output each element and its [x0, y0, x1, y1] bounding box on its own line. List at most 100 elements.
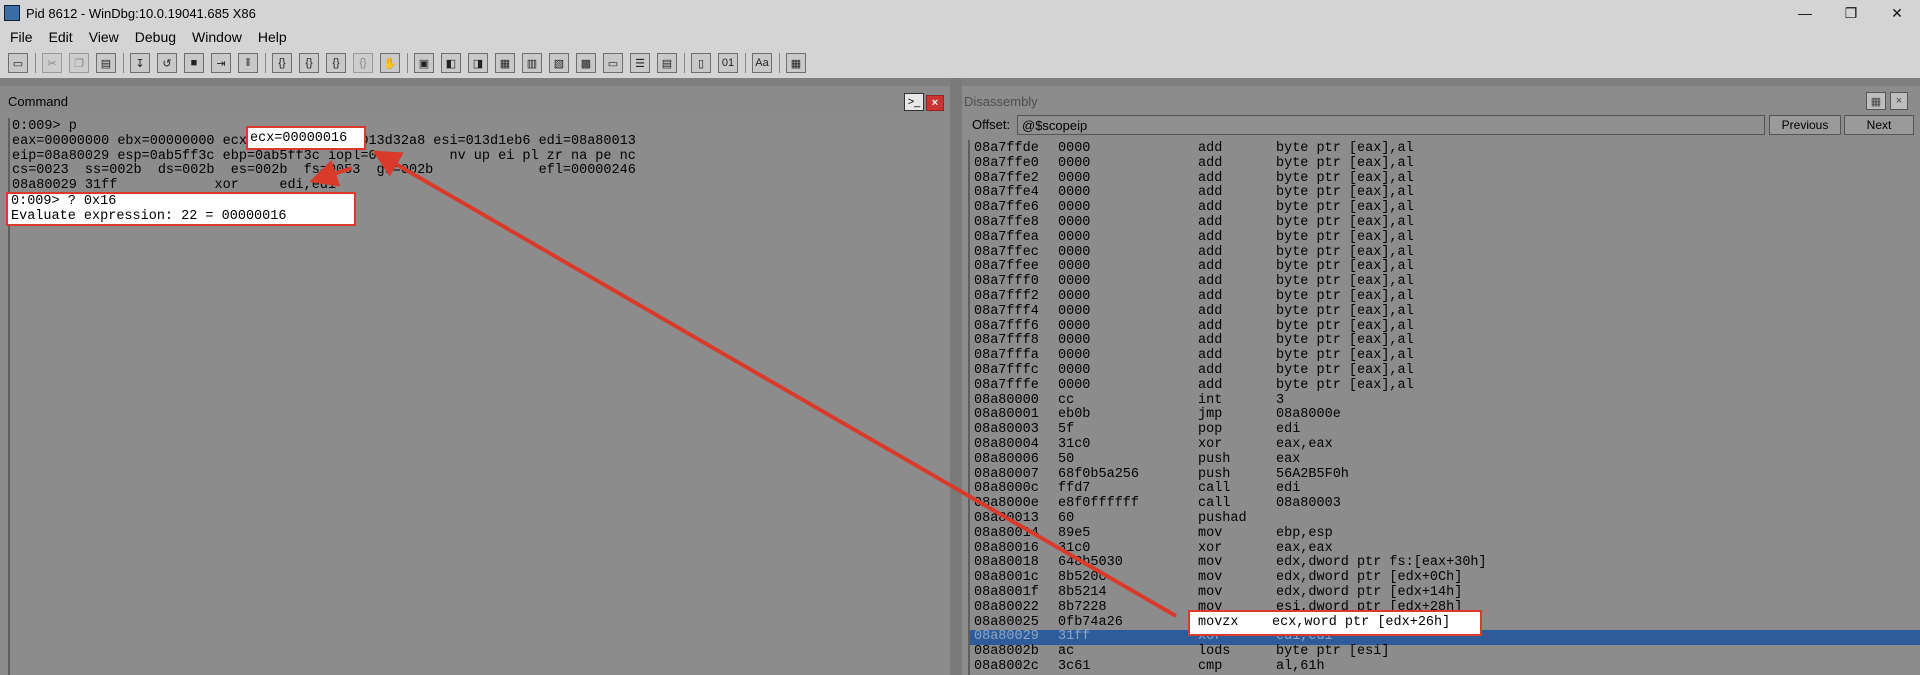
panel-splitter[interactable] — [950, 78, 962, 675]
disassembly-row[interactable]: 08a8000c ffd7 call edi — [970, 482, 1920, 497]
options-icon[interactable]: ▦ — [786, 53, 806, 73]
source-mode-icon[interactable]: ▤ — [657, 53, 677, 73]
disassembly-row[interactable]: 08a8002b ac lods byte ptr [esi] — [970, 644, 1920, 660]
instruction-address: 08a80006 — [974, 451, 1039, 467]
menu-help[interactable]: Help — [250, 29, 295, 45]
restart-icon[interactable]: ↺ — [157, 53, 177, 73]
instruction-mnemonic: mov — [1198, 585, 1223, 600]
disassembly-list[interactable]: 08a7ffde 0000 add byte ptr [eax],al 08a7ffe0… — [968, 140, 1920, 675]
disassembly-row[interactable]: 08a80018 648b5030 mov edx,dword ptr fs:[eax… — [970, 556, 1920, 571]
open-folder-icon[interactable]: ▭ — [8, 53, 28, 73]
disassembly-row[interactable]: 08a7fff8 0000 add byte ptr [eax],al — [970, 334, 1920, 349]
copy-icon[interactable]: ❐ — [69, 53, 89, 73]
break-icon[interactable]: ‖ — [238, 53, 258, 73]
disassembly-row[interactable]: 08a80016 31c0 xor eax,eax — [970, 540, 1920, 557]
instruction-mnemonic: add — [1198, 229, 1223, 245]
menu-debug[interactable]: Debug — [127, 29, 184, 45]
step-into-icon[interactable]: {} — [272, 53, 292, 73]
next-button[interactable]: Next — [1844, 115, 1914, 135]
disassembly-row[interactable]: 08a80014 89e5 mov ebp,esp — [970, 525, 1920, 542]
menu-file[interactable]: File — [2, 29, 41, 45]
disassembly-row[interactable]: 08a7fff2 0000 add byte ptr [eax],al — [970, 289, 1920, 305]
step-over-icon[interactable]: {} — [299, 53, 319, 73]
close-button[interactable]: ✕ — [1874, 0, 1920, 26]
locals-window-icon[interactable]: ◨ — [468, 53, 488, 73]
disassembly-row[interactable]: 08a7ffea 0000 add byte ptr [eax],al — [970, 229, 1920, 246]
instruction-bytes: 0000 — [1058, 377, 1091, 393]
instruction-operands: byte ptr [eax],al — [1276, 363, 1414, 378]
instruction-address: 08a80007 — [974, 466, 1039, 482]
disassembly-row[interactable]: 08a7ffde 0000 add byte ptr [eax],al — [970, 141, 1920, 157]
instruction-address: 08a7ffe6 — [974, 200, 1039, 216]
disassembly-row[interactable]: 08a80000 cc int 3 — [970, 393, 1920, 409]
instruction-address: 08a7ffe8 — [974, 215, 1039, 230]
disassembly-row[interactable]: 08a8001f 8b5214 mov edx,dword ptr [edx+14h] — [970, 585, 1920, 601]
disassembly-row[interactable]: 08a80007 68f0b5a256 push 56A2B5F0h — [970, 466, 1920, 483]
disassembly-row[interactable]: 08a7fff6 0000 add byte ptr [eax],al — [970, 319, 1920, 335]
disassembly-window-icon[interactable]: ▩ — [576, 53, 596, 73]
stop-debugging-icon[interactable]: ■ — [184, 53, 204, 73]
breakpoint-hand-icon[interactable]: ✋ — [380, 53, 400, 73]
disassembly-row[interactable]: 08a7ffe0 0000 add byte ptr [eax],al — [970, 156, 1920, 172]
instruction-operands: byte ptr [eax],al — [1276, 348, 1414, 364]
source-line-icon[interactable]: ▯ — [691, 53, 711, 73]
restore-button[interactable]: ❐ — [1828, 0, 1874, 26]
menu-edit[interactable]: Edit — [41, 29, 81, 45]
disassembly-row[interactable]: 08a7fffc 0000 add byte ptr [eax],al — [970, 363, 1920, 379]
disassembly-row[interactable]: 08a7ffe8 0000 add byte ptr [eax],al — [970, 215, 1920, 231]
instruction-bytes: 50 — [1058, 451, 1075, 467]
disassembly-row[interactable]: 08a7fff4 0000 add byte ptr [eax],al — [970, 304, 1920, 320]
processes-threads-icon[interactable]: ☰ — [630, 53, 650, 73]
instruction-mnemonic: add — [1198, 289, 1223, 304]
disassembly-row[interactable]: 08a8002c 3c61 cmp al,61h — [970, 659, 1920, 675]
disassembly-window-icon[interactable]: ▦ — [1866, 92, 1886, 110]
binary-mode-icon[interactable]: 01 — [718, 53, 738, 73]
disassembly-row[interactable]: 08a7fffa 0000 add byte ptr [eax],al — [970, 348, 1920, 364]
movzx-operands: ecx,word ptr [edx+26h] — [1272, 615, 1451, 630]
command-line: eip=08a80029 esp=0ab5ff3c ebp=0ab5ff3c i… — [12, 148, 636, 164]
disassembly-row[interactable]: 08a80006 50 push eax — [970, 451, 1920, 468]
detach-icon[interactable]: ⇥ — [211, 53, 231, 73]
instruction-operands: byte ptr [eax],al — [1276, 229, 1414, 245]
disassembly-row[interactable]: 08a80001 eb0b jmp 08a8000e — [970, 408, 1920, 423]
command-prompt-icon[interactable]: >_ — [904, 93, 924, 111]
disassembly-row[interactable]: 08a7ffe4 0000 add byte ptr [eax],al — [970, 186, 1920, 201]
step-out-icon[interactable]: {} — [326, 53, 346, 73]
registers-window-icon[interactable]: ▦ — [495, 53, 515, 73]
disassembly-row[interactable]: 08a7fffe 0000 add byte ptr [eax],al — [970, 377, 1920, 394]
disassembly-row[interactable]: 08a7ffe2 0000 add byte ptr [eax],al — [970, 171, 1920, 187]
disassembly-row[interactable]: 08a80004 31c0 xor eax,eax — [970, 437, 1920, 453]
font-icon[interactable]: Aa — [752, 53, 772, 73]
instruction-mnemonic: pop — [1198, 422, 1223, 438]
minimize-button[interactable]: — — [1782, 0, 1828, 26]
command-window-icon[interactable]: ▣ — [414, 53, 434, 73]
scratch-pad-icon[interactable]: ▭ — [603, 53, 623, 73]
command-close-icon[interactable]: × — [926, 95, 944, 111]
disassembly-close-icon[interactable]: × — [1890, 92, 1908, 110]
instruction-operands: eax,eax — [1276, 540, 1333, 556]
instruction-mnemonic: push — [1198, 466, 1231, 482]
offset-input[interactable] — [1017, 115, 1765, 135]
disassembly-row[interactable]: 08a80003 5f pop edi — [970, 422, 1920, 438]
go-icon[interactable]: ↧ — [130, 53, 150, 73]
disassembly-row[interactable]: 08a7ffe6 0000 add byte ptr [eax],al — [970, 200, 1920, 216]
instruction-address: 08a7fffa — [974, 348, 1039, 364]
menu-view[interactable]: View — [81, 29, 127, 45]
disassembly-row[interactable]: 08a7ffec 0000 add byte ptr [eax],al — [970, 245, 1920, 261]
instruction-operands: ebp,esp — [1276, 525, 1333, 541]
disassembly-row[interactable]: 08a8001c 8b520c mov edx,dword ptr [edx+0Ch] — [970, 570, 1920, 586]
memory-window-icon[interactable]: ▥ — [522, 53, 542, 73]
disassembly-row[interactable]: 08a7ffee 0000 add byte ptr [eax],al — [970, 260, 1920, 275]
previous-button[interactable]: Previous — [1769, 115, 1841, 135]
disassembly-row[interactable]: 08a8000e e8f0ffffff call 08a80003 — [970, 496, 1920, 512]
run-to-cursor-icon[interactable]: {} — [353, 53, 373, 73]
watch-window-icon[interactable]: ◧ — [441, 53, 461, 73]
instruction-address: 08a80025 — [974, 614, 1039, 630]
call-stack-window-icon[interactable]: ▧ — [549, 53, 569, 73]
instruction-address: 08a8001f — [974, 585, 1039, 600]
menu-window[interactable]: Window — [184, 29, 250, 45]
cut-icon[interactable]: ✂ — [42, 53, 62, 73]
disassembly-row[interactable]: 08a80013 60 pushad — [970, 511, 1920, 527]
disassembly-row[interactable]: 08a7fff0 0000 add byte ptr [eax],al — [970, 274, 1920, 290]
paste-icon[interactable]: ▤ — [96, 53, 116, 73]
